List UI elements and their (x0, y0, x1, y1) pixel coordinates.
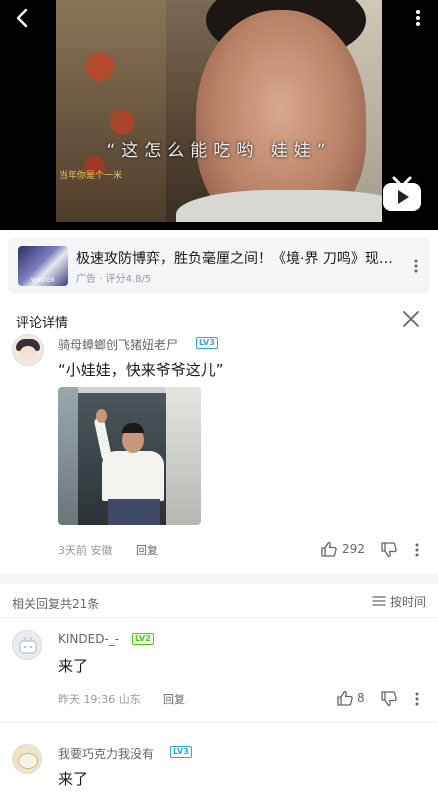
comment-detail-title: 评论详情 (16, 316, 69, 331)
comment-text: “小娃娃，快来爷爷这儿” (58, 361, 224, 379)
ad-thumbnail: WINTER (18, 246, 68, 286)
comment-meta: 3天前 安徽 (58, 544, 113, 557)
video-frame: “这怎么能吃哟 娃娃” 当年你是个一米 (56, 0, 382, 222)
image-figure-hand (96, 409, 107, 423)
default-avatar-icon (19, 636, 37, 654)
more-vertical-icon[interactable] (408, 541, 426, 559)
avatar[interactable] (12, 334, 44, 366)
tv-logo-button[interactable] (380, 172, 424, 216)
back-button[interactable] (10, 6, 38, 30)
image-wall-left (58, 387, 78, 525)
comment-image[interactable] (58, 387, 201, 525)
more-vertical-icon (414, 259, 418, 273)
like-icon[interactable] (336, 689, 354, 707)
video-background-left (56, 0, 166, 222)
video-subtitle: “这怎么能吃哟 娃娃” (106, 141, 332, 161)
dislike-icon[interactable] (380, 541, 398, 559)
level-badge: LV3 (170, 746, 192, 758)
reply-text: 来了 (58, 657, 89, 675)
image-figure-body (102, 451, 164, 501)
sort-label: 按时间 (389, 594, 426, 609)
more-vertical-icon (416, 10, 420, 26)
sort-button[interactable]: 按时间 (372, 592, 426, 610)
avatar-face (20, 346, 36, 360)
level-badge: LV3 (196, 337, 218, 349)
ad-subtitle: 广告 · 评分4.8/5 (76, 274, 152, 285)
sort-list-icon (372, 596, 386, 606)
divider (0, 722, 438, 723)
ad-more-button[interactable] (410, 256, 422, 276)
section-divider (0, 574, 438, 584)
video-figure-shirt (176, 190, 382, 222)
reply-button[interactable]: 回复 (136, 542, 158, 558)
image-figure-pants (108, 499, 160, 525)
video-watermark: 当年你是个一米 (59, 171, 123, 181)
video-player[interactable]: “这怎么能吃哟 娃娃” 当年你是个一米 (0, 0, 438, 230)
divider (0, 617, 438, 618)
image-wall-right (165, 387, 201, 525)
tv-logo-icon (383, 176, 421, 211)
level-badge: LV2 (132, 633, 154, 645)
comment-username[interactable]: 骑母蟑螂创飞猪妞老尸 (58, 336, 178, 353)
dislike-icon[interactable] (380, 690, 398, 708)
close-icon (403, 311, 419, 327)
back-arrow-icon (16, 8, 28, 28)
avatar[interactable] (12, 630, 42, 660)
replies-count: 相关回复共21条 (12, 597, 100, 611)
reply-text: 来了 (58, 770, 89, 788)
reply-username[interactable]: 我要巧克力我没有 (58, 745, 154, 762)
reply-meta: 昨天 19:36 山东 (58, 693, 141, 706)
like-count: 8 (357, 691, 365, 705)
ad-title: 极速攻防博弈，胜负毫厘之间！《境·界 刀鸣》现已上线 (76, 251, 406, 267)
more-vertical-icon[interactable] (408, 690, 426, 708)
avatar-cat (18, 753, 38, 769)
video-more-button[interactable] (410, 6, 426, 30)
close-button[interactable] (400, 308, 422, 330)
like-icon[interactable] (320, 540, 338, 558)
ad-card[interactable]: WINTER 极速攻防博弈，胜负毫厘之间！《境·界 刀鸣》现已上线 广告 · 评… (8, 238, 430, 294)
reply-button[interactable]: 回复 (163, 691, 185, 707)
ad-thumbnail-text: WINTER (31, 277, 55, 284)
like-count: 292 (342, 542, 365, 556)
reply-username[interactable]: KINDED-_- (58, 632, 119, 646)
avatar[interactable] (12, 744, 42, 774)
